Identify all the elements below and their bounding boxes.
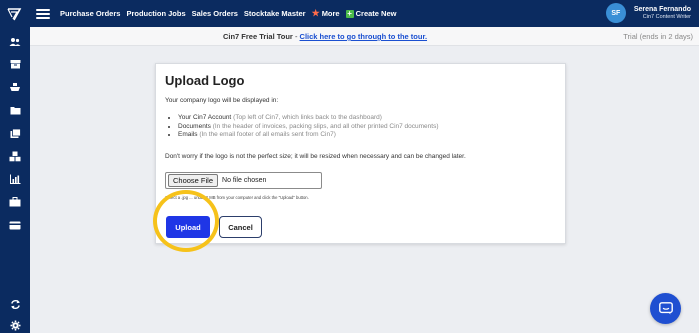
cancel-button[interactable]: Cancel bbox=[219, 216, 262, 238]
intro-text: Your company logo will be displayed in: bbox=[165, 97, 279, 104]
list-item-note: (In the header of invoices, packing slip… bbox=[212, 122, 439, 130]
boxes-icon[interactable] bbox=[9, 150, 21, 162]
choose-file-button[interactable]: Choose File bbox=[168, 174, 219, 187]
plus-icon: + bbox=[345, 9, 354, 18]
nav-purchase-orders[interactable]: Purchase Orders bbox=[60, 9, 120, 18]
list-item: Documents (In the header of invoices, pa… bbox=[178, 123, 439, 130]
list-item: Your Cin7 Account (Top left of Cin7, whi… bbox=[178, 114, 439, 121]
ship-icon[interactable] bbox=[9, 81, 21, 93]
sidebar bbox=[0, 27, 30, 333]
logo-locations-list: Your Cin7 Account (Top left of Cin7, whi… bbox=[178, 114, 439, 140]
list-item-note: (Top left of Cin7, which links back to t… bbox=[233, 114, 382, 121]
user-menu[interactable]: SF Serena Fernando Cin7 Content Writer bbox=[605, 3, 691, 23]
list-item: Emails (In the email footer of all email… bbox=[178, 131, 439, 138]
list-item-label: Your Cin7 Account bbox=[178, 114, 232, 121]
cin7-logo-icon bbox=[7, 7, 22, 20]
nav-production-jobs[interactable]: Production Jobs bbox=[126, 9, 185, 18]
banner-separator: - bbox=[292, 32, 300, 41]
nav-create-new-label: Create New bbox=[355, 9, 397, 18]
tour-link[interactable]: Click here to go through to the tour. bbox=[300, 32, 428, 41]
folder-icon[interactable] bbox=[9, 104, 21, 116]
nav-more[interactable]: ★ More bbox=[312, 8, 340, 19]
file-status: No file chosen bbox=[222, 177, 267, 184]
gear-icon[interactable] bbox=[9, 319, 21, 331]
cin7-logo[interactable] bbox=[0, 0, 30, 27]
trial-banner: Cin7 Free Trial Tour - Click here to go … bbox=[30, 27, 699, 46]
bar-chart-icon[interactable] bbox=[9, 173, 21, 185]
inventory-icon[interactable] bbox=[9, 58, 21, 70]
nav-stocktake-master[interactable]: Stocktake Master bbox=[244, 9, 306, 18]
page-title: Upload Logo bbox=[165, 73, 245, 88]
user-name: Serena Fernando bbox=[633, 6, 691, 13]
chat-launcher-button[interactable] bbox=[650, 293, 681, 324]
upload-logo-card: Upload Logo Your company logo will be di… bbox=[155, 63, 566, 244]
nav-more-label: More bbox=[321, 9, 340, 18]
user-role: Cin7 Content Writer bbox=[642, 14, 691, 20]
banner-message: Cin7 Free Trial Tour - Click here to go … bbox=[30, 32, 620, 41]
list-item-note: (In the email footer of all emails sent … bbox=[199, 131, 336, 138]
file-input[interactable]: Choose File No file chosen bbox=[165, 172, 322, 189]
top-navbar: Purchase Orders Production Jobs Sales Or… bbox=[0, 0, 699, 27]
briefcase-icon[interactable] bbox=[9, 196, 21, 208]
banner-title: Cin7 Free Trial Tour bbox=[222, 32, 293, 41]
help-text: Select a .jpg ... under 2 MB from your c… bbox=[165, 195, 309, 200]
list-item-label: Documents bbox=[178, 122, 211, 130]
avatar: SF bbox=[605, 3, 626, 23]
sync-icon[interactable] bbox=[9, 298, 21, 310]
resize-note: Don't worry if the logo is not the perfe… bbox=[165, 153, 466, 160]
upload-button[interactable]: Upload bbox=[166, 216, 210, 238]
hamburger-menu-icon[interactable] bbox=[36, 8, 50, 19]
nav-sales-orders[interactable]: Sales Orders bbox=[192, 9, 238, 18]
star-icon: ★ bbox=[311, 8, 320, 18]
list-item-label: Emails bbox=[178, 131, 198, 138]
nav-create-new[interactable]: + Create New bbox=[345, 9, 397, 18]
users-icon[interactable] bbox=[9, 36, 21, 48]
card-icon[interactable] bbox=[9, 219, 21, 231]
stack-icon[interactable] bbox=[9, 127, 21, 139]
chat-icon bbox=[658, 302, 673, 315]
trial-status: Trial (ends in 2 days) bbox=[623, 32, 693, 41]
